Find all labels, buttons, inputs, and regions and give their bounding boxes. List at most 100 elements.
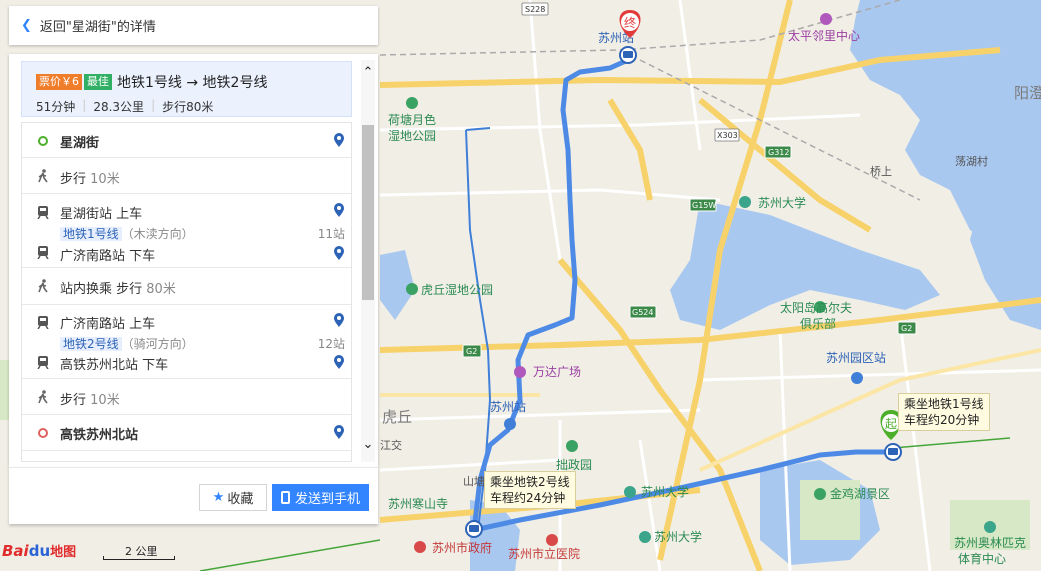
walk-icon	[38, 169, 48, 183]
map-label-taiyangdao-2: 俱乐部	[800, 316, 836, 331]
separator: |	[151, 98, 156, 112]
shop-icon	[514, 366, 526, 378]
logo-text: Bai	[2, 541, 29, 560]
map-label-hetang-1: 荷塘月色	[388, 112, 436, 127]
send-label: 发送到手机	[294, 492, 360, 507]
best-badge: 最佳	[84, 74, 112, 90]
metro-station-icon	[884, 443, 902, 461]
map-label-suzhou-uni-3: 苏州大学	[654, 529, 702, 544]
road-shield-g2-east: G2	[897, 321, 917, 335]
plan-summary-card[interactable]: 票价￥6 最佳 地铁1号线 → 地铁2号线 51分钟 | 28.3公里 | 步行…	[21, 61, 352, 117]
svg-text:G312: G312	[768, 148, 789, 157]
road-shield-g312: G312	[764, 145, 792, 159]
board-station: 广济南路站	[60, 317, 126, 332]
scroll-down-icon[interactable]: ⌄	[361, 437, 375, 455]
walk-label: 步行	[60, 393, 87, 408]
line-tag: 地铁1号线	[60, 227, 122, 241]
svg-text:G2: G2	[466, 347, 477, 356]
walk-icon	[38, 390, 48, 404]
metro-station-icon	[851, 372, 863, 384]
road-shield-x303: X303	[714, 128, 740, 142]
route-tooltip-line1: 乘坐地铁1号线 车程约20分钟	[898, 393, 990, 431]
transfer-label: 站内换乘 步行	[60, 282, 143, 297]
scroll-up-icon[interactable]: ⌃	[361, 65, 375, 83]
board-action: 上车	[129, 317, 156, 332]
walk-icon	[38, 279, 48, 293]
school-icon	[639, 531, 651, 543]
location-pin-icon[interactable]	[333, 202, 345, 218]
map-scale: 2 公里	[103, 543, 177, 560]
location-pin-icon[interactable]	[333, 354, 345, 370]
metro-station-icon	[504, 418, 516, 430]
map-label-danghu: 荡湖村	[955, 154, 988, 168]
back-label: 返回"星湖街"的详情	[39, 20, 156, 35]
walk-distance: 10米	[90, 172, 120, 187]
tooltip-line: 车程约24分钟	[490, 491, 566, 505]
svg-text:G15W: G15W	[692, 201, 716, 210]
tooltip-line: 乘坐地铁1号线	[904, 397, 984, 411]
road-shield-s228: S228	[521, 2, 549, 16]
alight-station: 广济南路站	[60, 249, 126, 264]
map-label-hetang-2: 湿地公园	[388, 128, 436, 143]
step-transfer[interactable]: 站内换乘 步行 80米	[22, 268, 351, 305]
line-direction: （骑河方向）	[121, 337, 194, 351]
map-label-jinji: 金鸡湖景区	[830, 486, 890, 501]
plan-walk: 步行80米	[162, 100, 214, 114]
star-icon: ★	[212, 490, 225, 505]
metro-icon	[37, 316, 49, 329]
stop-count: 12站	[317, 337, 345, 351]
map-label-suzhou-uni-2: 苏州大学	[641, 484, 689, 499]
scale-bar	[103, 556, 175, 560]
start-name: 星湖街	[60, 136, 100, 151]
baidu-map-logo[interactable]: Bai du 地图	[2, 541, 76, 561]
scrollbar-thumb[interactable]	[362, 125, 374, 300]
hospital-icon	[546, 534, 558, 546]
svg-text:起: 起	[885, 417, 897, 431]
plan-distance: 28.3公里	[93, 100, 145, 114]
attraction-icon	[814, 488, 826, 500]
back-to-details-link[interactable]: ❮ 返回"星湖街"的详情	[9, 6, 378, 45]
step-end[interactable]: 高铁苏州北站	[22, 415, 351, 451]
favorite-button[interactable]: ★ 收藏	[199, 484, 267, 511]
map-label-hospital: 苏州市立医院	[508, 546, 580, 561]
board-action: 上车	[116, 207, 143, 222]
map-label-huqiu: 虎丘	[382, 408, 412, 426]
map-label-jiangjiao: 江交	[380, 438, 402, 452]
walk-label: 步行	[60, 172, 87, 187]
transfer-distance: 80米	[146, 282, 176, 297]
road-shield-g524: G524	[629, 305, 657, 319]
metro-station-icon	[619, 46, 637, 64]
favorite-label: 收藏	[227, 492, 254, 507]
attraction-icon	[566, 440, 578, 452]
location-pin-icon[interactable]	[333, 245, 345, 261]
separator: |	[82, 98, 87, 112]
start-point-icon	[38, 136, 48, 146]
svg-text:终: 终	[624, 15, 636, 30]
end-point-icon	[38, 428, 48, 438]
map-label-huqiu-park: 虎丘湿地公园	[421, 282, 493, 297]
route-panel: 票价￥6 最佳 地铁1号线 → 地铁2号线 51分钟 | 28.3公里 | 步行…	[9, 54, 378, 467]
step-start[interactable]: 星湖街	[22, 123, 351, 158]
logo-text: du	[28, 541, 51, 560]
park-icon	[406, 97, 418, 109]
park-icon	[406, 283, 418, 295]
map-label-suzhou-station: 苏州站	[490, 400, 526, 414]
step-metro-line2[interactable]: 广济南路站 上车 地铁2号线 （骑河方向） 12站 高铁苏州北站 下车	[22, 305, 351, 379]
step-walk[interactable]: 步行 10米	[22, 379, 351, 415]
map-label-taiyangdao-1: 太阳岛高尔夫	[780, 300, 852, 315]
step-walk[interactable]: 步行 10米	[22, 158, 351, 194]
send-to-phone-button[interactable]: 发送到手机	[272, 484, 369, 511]
road-shield-g15w: G15W	[689, 198, 717, 212]
metro-icon	[37, 246, 49, 259]
location-pin-icon[interactable]	[333, 132, 345, 148]
line-tag: 地铁2号线	[60, 337, 122, 351]
route-tooltip-line2: 乘坐地铁2号线 车程约24分钟	[484, 471, 576, 509]
location-pin-icon[interactable]	[333, 312, 345, 328]
location-pin-icon[interactable]	[333, 424, 345, 440]
map-label-olympic-1: 苏州奥林匹克	[954, 536, 1026, 550]
school-icon	[739, 196, 751, 208]
map-label-yangcheng: 阳澄	[1014, 84, 1041, 102]
step-metro-line1[interactable]: 星湖街站 上车 地铁1号线 （木渎方向） 11站 广济南路站 下车	[22, 194, 351, 268]
end-name: 高铁苏州北站	[60, 428, 139, 443]
chevron-left-icon: ❮	[21, 18, 32, 33]
